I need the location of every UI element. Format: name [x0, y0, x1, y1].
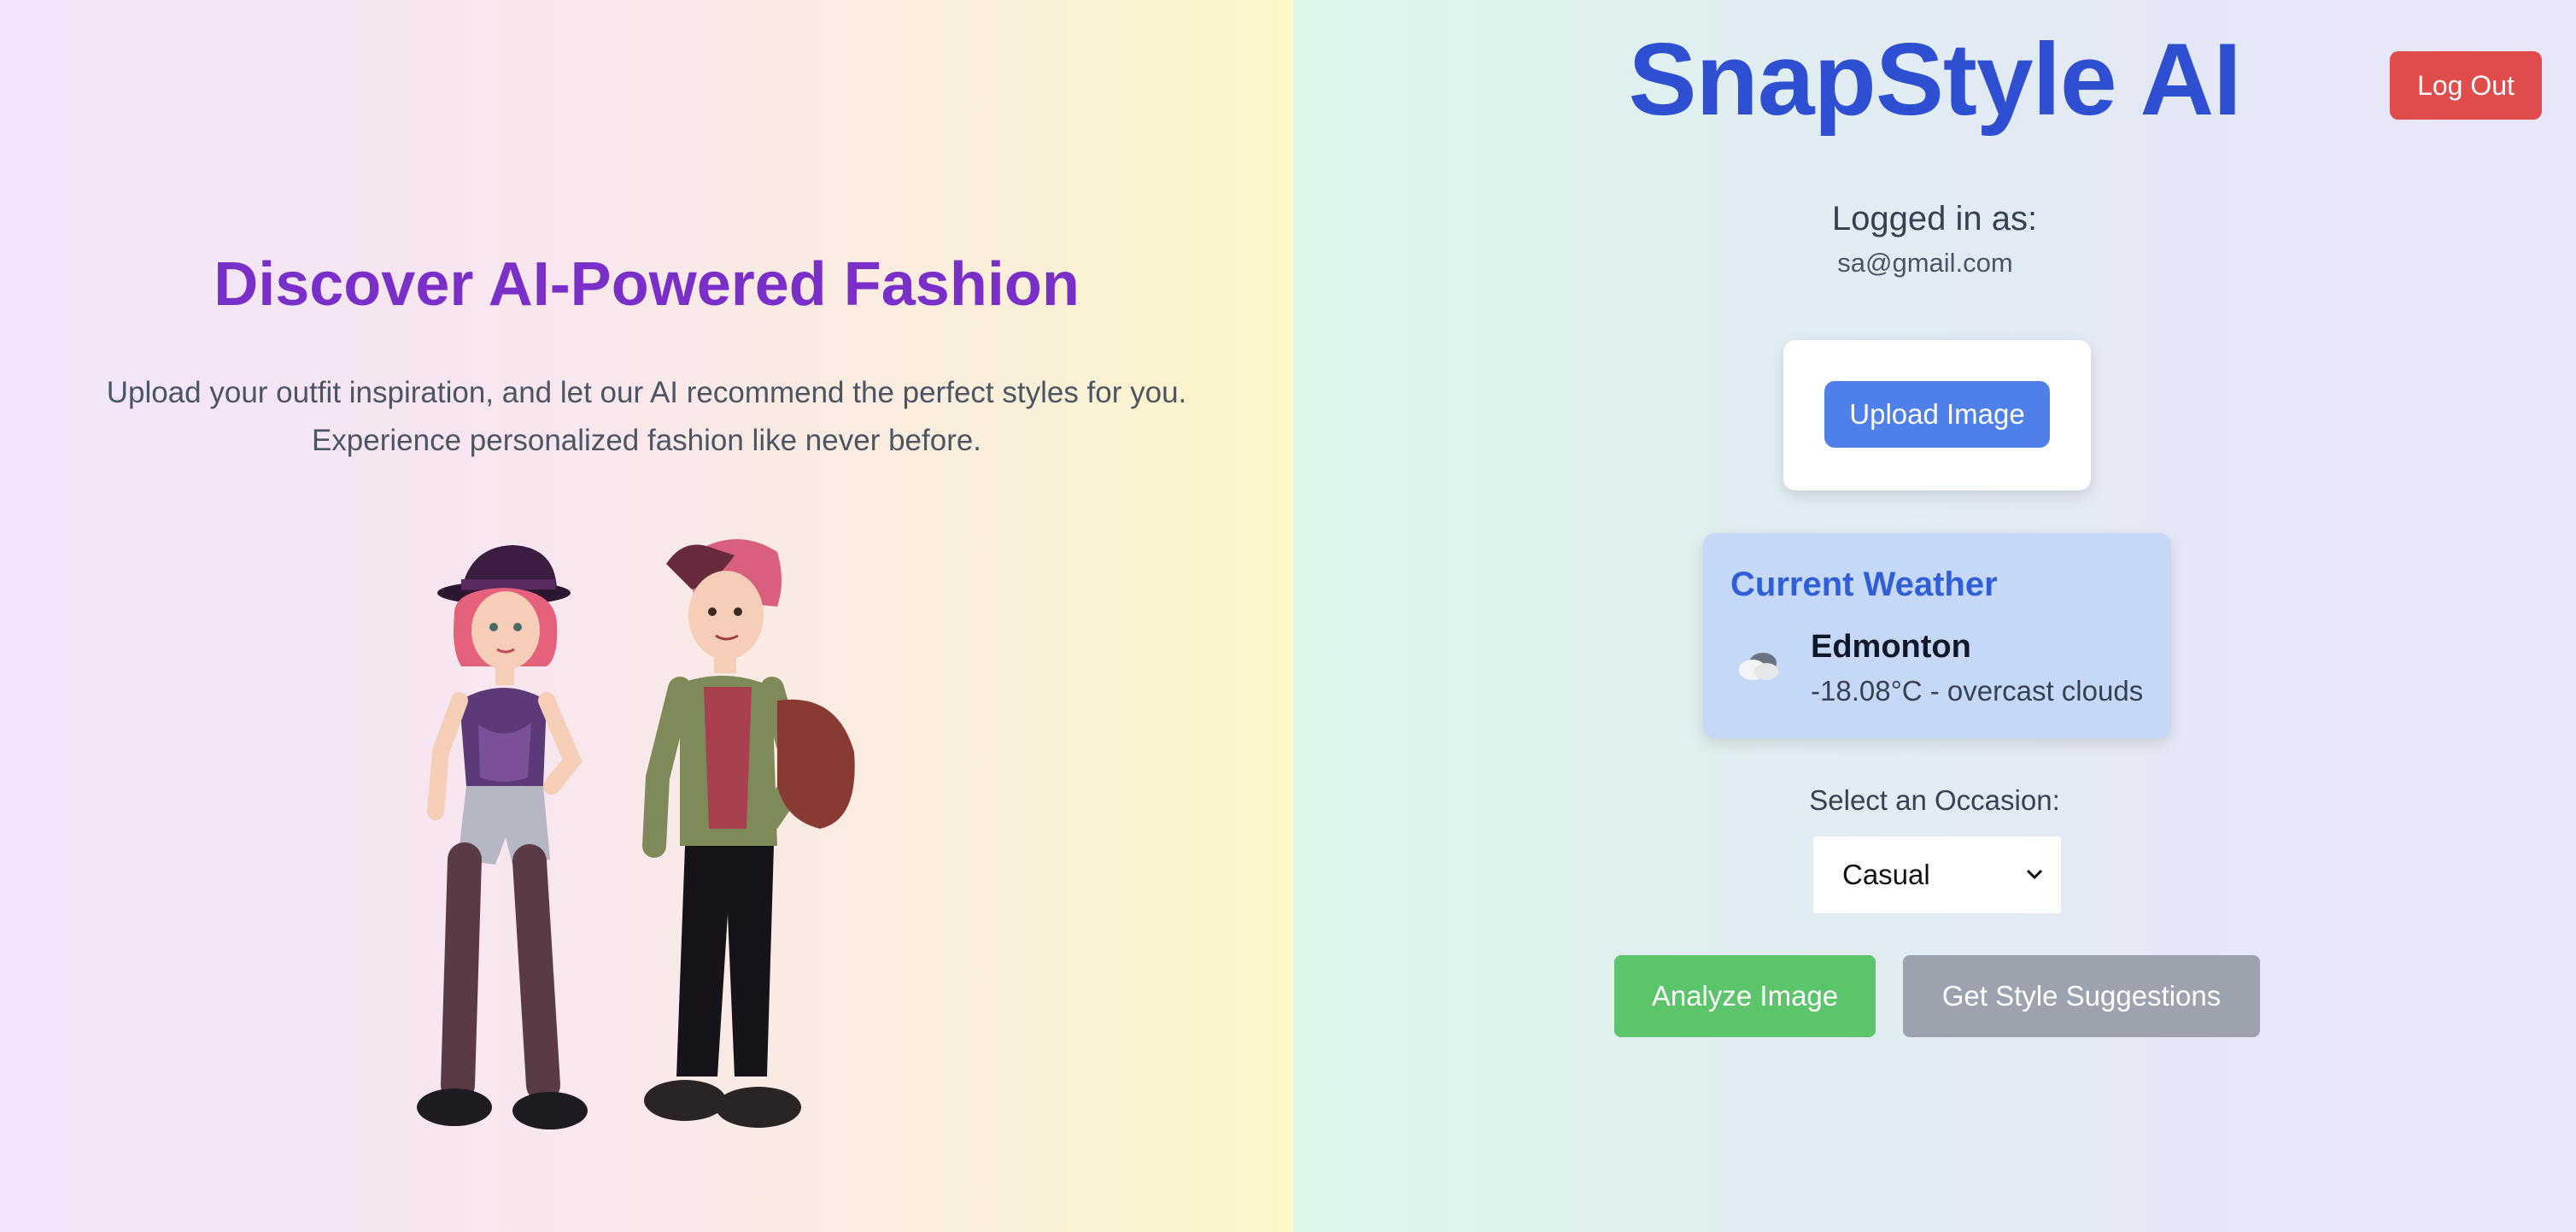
weather-city: Edmonton: [1811, 629, 1971, 665]
weather-title: Current Weather: [1730, 566, 1998, 603]
occasion-selected-value: Casual: [1842, 859, 1930, 890]
hero-panel: Discover AI-Powered Fashion Upload your …: [0, 0, 1293, 1232]
chevron-down-icon: [2026, 869, 2043, 880]
logout-button[interactable]: Log Out: [2390, 51, 2542, 120]
weather-description: -18.08°C - overcast clouds: [1811, 675, 2144, 707]
girl-character: [417, 545, 588, 1129]
cloud-icon: [1739, 653, 1778, 680]
hero-description: Upload your outfit inspiration, and let …: [51, 369, 1242, 465]
user-email: sa@gmail.com: [1837, 248, 2013, 278]
fashion-characters-illustration: [417, 538, 855, 1129]
logged-in-label: Logged in as:: [1831, 200, 2038, 238]
get-style-suggestions-button[interactable]: Get Style Suggestions: [1903, 955, 2260, 1037]
hero-title: Discover AI-Powered Fashion: [214, 250, 1080, 319]
occasion-select[interactable]: Casual: [1812, 836, 2062, 914]
boy-character: [642, 538, 855, 1128]
weather-card: Current Weather Edmonton -18.08°C - over…: [1703, 533, 2171, 738]
upload-image-button[interactable]: Upload Image: [1824, 381, 2050, 448]
occasion-label: Select an Occasion:: [1809, 784, 2060, 816]
analyze-image-button[interactable]: Analyze Image: [1614, 955, 1876, 1037]
hero-description-line-2: Experience personalized fashion like nev…: [311, 424, 982, 457]
hero-description-line-1: Upload your outfit inspiration, and let …: [106, 376, 1187, 409]
app-title: SnapStyle AI: [1628, 22, 2241, 137]
upload-card: Upload Image: [1783, 340, 2091, 490]
